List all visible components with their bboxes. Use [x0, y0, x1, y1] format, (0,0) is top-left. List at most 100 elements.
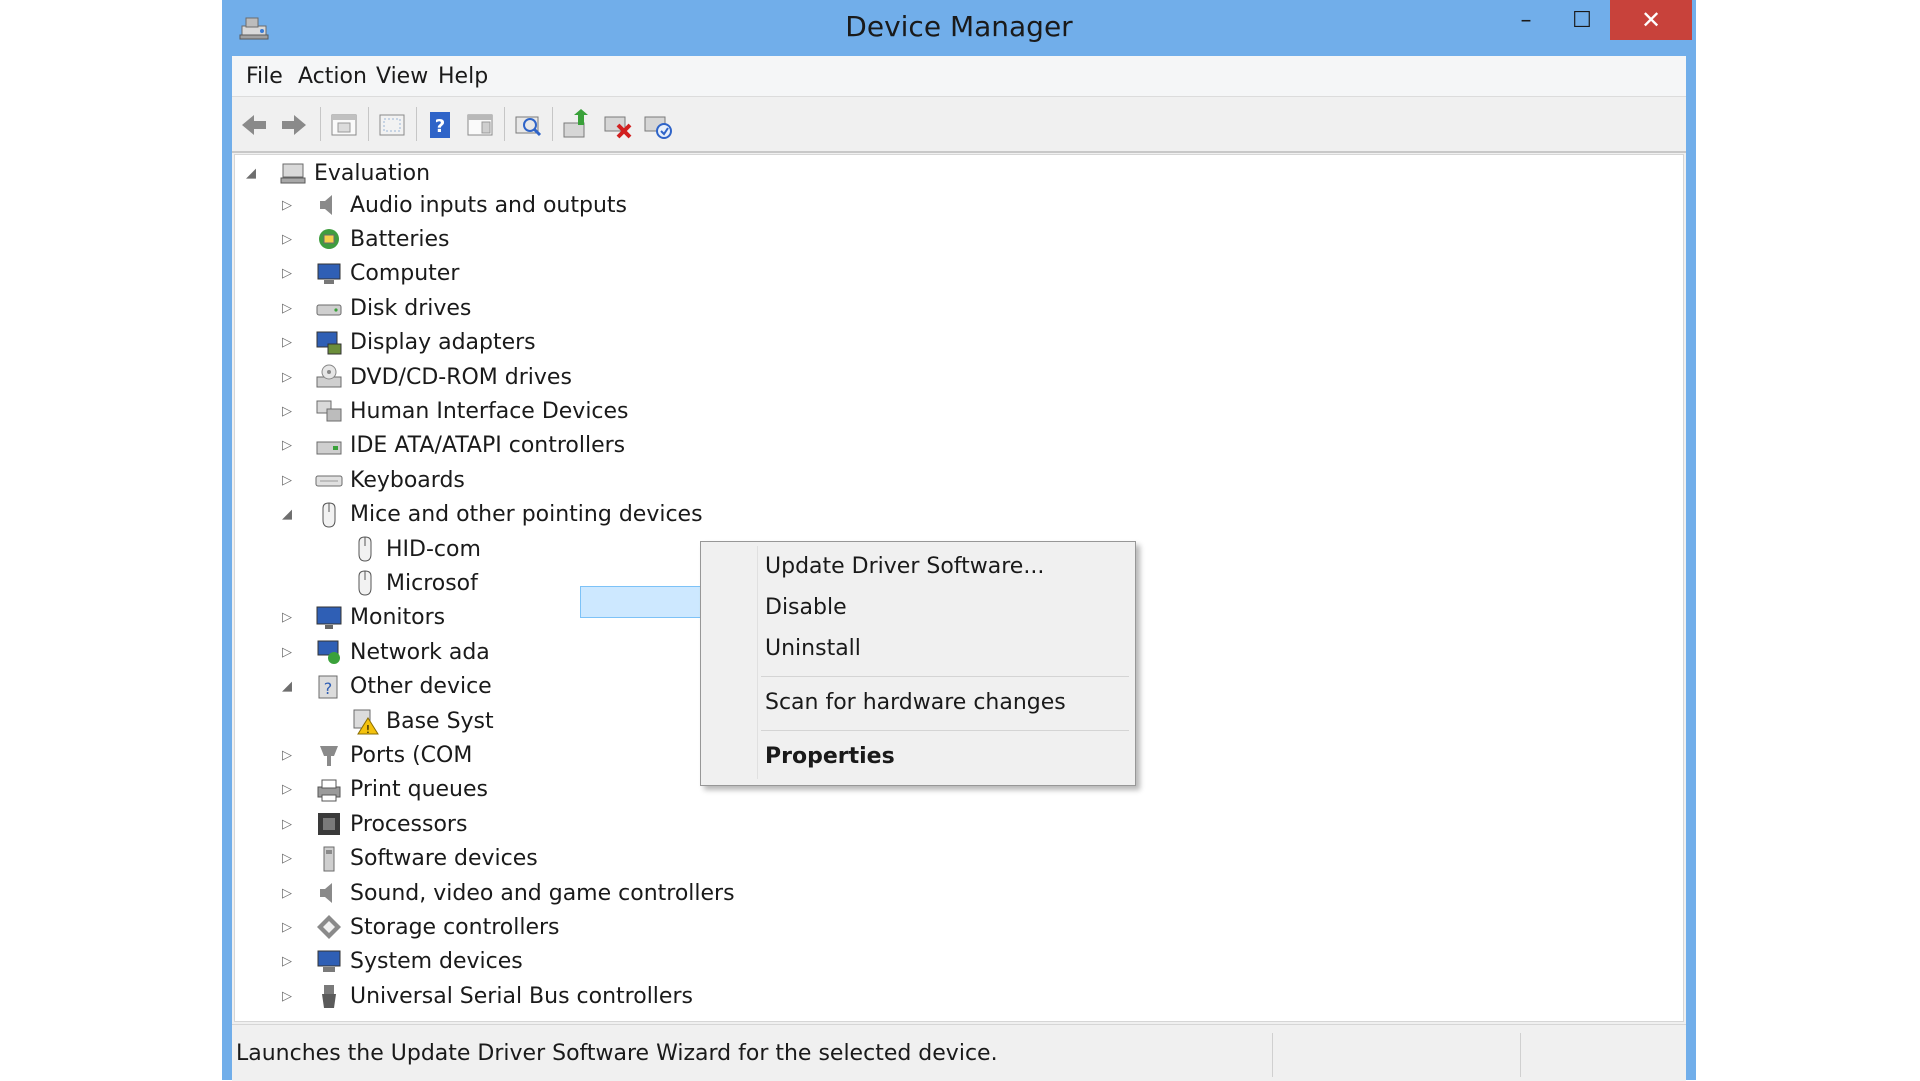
- toolbar-separator: [320, 107, 321, 141]
- tree-category-node[interactable]: ▷ Keyboards: [282, 464, 465, 496]
- tree-category-node[interactable]: ▷ Software devices: [282, 843, 538, 875]
- toolbar-separator: [552, 107, 553, 141]
- collapse-toggle-icon[interactable]: ◢: [244, 166, 258, 181]
- tree-category-node[interactable]: ▷ Disk drives: [282, 292, 471, 324]
- tree-node-label: Mice and other pointing devices: [350, 502, 703, 528]
- keyboard-icon: [314, 465, 344, 495]
- close-button[interactable]: ✕: [1610, 0, 1692, 40]
- tree-node-label: Computer: [350, 261, 460, 287]
- tree-category-node[interactable]: ▷ Monitors: [282, 602, 445, 634]
- show-hidden-icon[interactable]: [376, 109, 408, 141]
- expand-toggle-icon[interactable]: ▷: [280, 473, 294, 488]
- tree-category-node[interactable]: ◢ Mice and other pointing devices: [282, 499, 703, 531]
- tree-child-node[interactable]: ! Base Syst: [350, 705, 494, 737]
- tree-node-label: Software devices: [350, 846, 538, 872]
- tree-category-node[interactable]: ▷ IDE ATA/ATAPI controllers: [282, 430, 625, 462]
- expand-toggle-icon[interactable]: ▷: [280, 232, 294, 247]
- tree-category-node[interactable]: ▷ DVD/CD-ROM drives: [282, 361, 572, 393]
- context-menu-separator: [761, 676, 1129, 677]
- tree-category-node[interactable]: ▷ Storage controllers: [282, 911, 559, 943]
- expand-toggle-icon[interactable]: ▷: [280, 782, 294, 797]
- tree-category-node[interactable]: ▷ Display adapters: [282, 327, 536, 359]
- expand-toggle-icon[interactable]: ▷: [280, 920, 294, 935]
- expand-toggle-icon[interactable]: ▷: [280, 370, 294, 385]
- tree-child-node[interactable]: HID-com: [350, 533, 481, 565]
- title-bar[interactable]: Device Manager – ☐ ✕: [222, 0, 1696, 56]
- enable-device-icon[interactable]: [642, 109, 674, 141]
- forward-icon[interactable]: [278, 109, 310, 141]
- tree-node-label: Evaluation: [314, 160, 431, 186]
- status-divider: [1520, 1033, 1521, 1077]
- tree-node-label: HID-com: [386, 536, 481, 562]
- update-driver-icon[interactable]: [560, 109, 592, 141]
- expand-toggle-icon[interactable]: ▷: [280, 989, 294, 1004]
- tree-category-node[interactable]: ▷ Audio inputs and outputs: [282, 189, 627, 221]
- tree-category-node[interactable]: ▷ Human Interface Devices: [282, 395, 629, 427]
- tree-category-node[interactable]: ▷ Universal Serial Bus controllers: [282, 980, 693, 1012]
- expand-toggle-icon[interactable]: ▷: [280, 266, 294, 281]
- help-icon[interactable]: ?: [424, 109, 456, 141]
- tree-category-node[interactable]: ▷ Ports (COM: [282, 739, 472, 771]
- device-manager-window: Device Manager – ☐ ✕ File Action View He…: [222, 0, 1696, 1081]
- svg-text:?: ?: [324, 679, 333, 698]
- expand-toggle-icon[interactable]: ▷: [280, 748, 294, 763]
- disable-item[interactable]: Disable: [765, 595, 847, 620]
- svg-text:!: !: [366, 723, 370, 736]
- tree-category-node[interactable]: ▷ Batteries: [282, 223, 450, 255]
- properties-pane-icon[interactable]: [328, 109, 360, 141]
- scan-hardware-icon[interactable]: [512, 109, 544, 141]
- collapse-toggle-icon[interactable]: ◢: [280, 507, 294, 522]
- network-adapter-icon: [314, 637, 344, 667]
- menu-action[interactable]: Action: [298, 64, 367, 89]
- expand-toggle-icon[interactable]: ▷: [280, 610, 294, 625]
- minimize-button[interactable]: –: [1498, 0, 1554, 40]
- expand-toggle-icon[interactable]: ▷: [280, 301, 294, 316]
- toolbar-separator: [416, 107, 417, 141]
- tree-category-node[interactable]: ▷ Network ada: [282, 636, 490, 668]
- expand-toggle-icon[interactable]: ▷: [280, 438, 294, 453]
- uninstall-item[interactable]: Uninstall: [765, 636, 861, 661]
- expand-toggle-icon[interactable]: ▷: [280, 645, 294, 660]
- expand-toggle-icon[interactable]: ▷: [280, 851, 294, 866]
- maximize-button[interactable]: ☐: [1554, 0, 1610, 40]
- tree-node-label: Base Syst: [386, 708, 494, 734]
- tree-category-node[interactable]: ▷ Computer: [282, 258, 460, 290]
- context-menu: Update Driver Software... Disable Uninst…: [700, 541, 1136, 786]
- action-pane-icon[interactable]: [464, 109, 496, 141]
- tree-node-label: System devices: [350, 949, 523, 975]
- system-devices-icon: [314, 947, 344, 977]
- collapse-toggle-icon[interactable]: ◢: [280, 679, 294, 694]
- menu-help[interactable]: Help: [438, 64, 488, 89]
- tree-category-node[interactable]: ▷ Processors: [282, 808, 467, 840]
- scan-hardware-changes-item[interactable]: Scan for hardware changes: [765, 690, 1066, 715]
- tree-node-label: Batteries: [350, 226, 450, 252]
- tree-category-node[interactable]: ▷ Sound, video and game controllers: [282, 877, 735, 909]
- expand-toggle-icon[interactable]: ▷: [280, 817, 294, 832]
- menu-view[interactable]: View: [376, 64, 428, 89]
- processor-icon: [314, 809, 344, 839]
- display-adapter-icon: [314, 328, 344, 358]
- update-driver-software-item[interactable]: Update Driver Software...: [765, 554, 1044, 579]
- tree-node-label: Universal Serial Bus controllers: [350, 983, 693, 1009]
- expand-toggle-icon[interactable]: ▷: [280, 886, 294, 901]
- expand-toggle-icon[interactable]: ▷: [280, 198, 294, 213]
- port-icon: [314, 740, 344, 770]
- tree-root-evaluation[interactable]: ◢ Evaluation: [246, 157, 431, 189]
- expand-toggle-icon[interactable]: ▷: [280, 404, 294, 419]
- expand-toggle-icon[interactable]: ▷: [280, 954, 294, 969]
- expand-toggle-icon[interactable]: ▷: [280, 335, 294, 350]
- tree-category-node[interactable]: ▷ System devices: [282, 946, 523, 978]
- warning-device-icon: !: [350, 706, 380, 736]
- tree-node-label: Human Interface Devices: [350, 398, 629, 424]
- toolbar-separator: [504, 107, 505, 141]
- tree-category-node[interactable]: ◢? Other device: [282, 671, 492, 703]
- uninstall-icon[interactable]: [602, 109, 634, 141]
- tree-child-node[interactable]: Microsof: [350, 567, 478, 599]
- properties-item[interactable]: Properties: [765, 744, 895, 769]
- back-icon[interactable]: [238, 109, 270, 141]
- other-devices-icon: ?: [314, 672, 344, 702]
- menu-file[interactable]: File: [246, 64, 283, 89]
- tree-category-node[interactable]: ▷ Print queues: [282, 774, 488, 806]
- status-bar: Launches the Update Driver Software Wiza…: [232, 1024, 1686, 1081]
- menu-bar: File Action View Help: [232, 56, 1686, 97]
